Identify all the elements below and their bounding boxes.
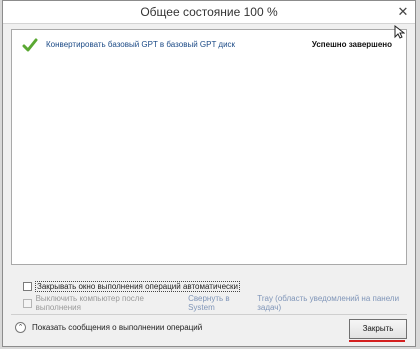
shutdown-label: Выключить компьютер после выполнения bbox=[35, 294, 144, 312]
auto-close-option[interactable]: Закрывать окно выполнения операций автом… bbox=[23, 279, 240, 293]
tray-link[interactable]: Tray (область уведомлений на панели зада… bbox=[257, 294, 415, 312]
operation-row: Конвертировать базовый GPT в базовый GPT… bbox=[20, 37, 400, 55]
close-icon[interactable]: ✕ bbox=[395, 4, 411, 20]
auto-close-label[interactable]: Закрывать окно выполнения операций автом… bbox=[35, 280, 240, 292]
footer-divider bbox=[11, 314, 407, 315]
shutdown-option: Выключить компьютер после выполнения Све… bbox=[23, 294, 415, 312]
mouse-cursor-icon bbox=[394, 25, 405, 39]
show-messages-toggle[interactable]: ⌃ Показать сообщения о выполнении операц… bbox=[15, 322, 202, 333]
operation-status: Успешно завершено bbox=[311, 40, 392, 49]
close-button[interactable]: Закрыть bbox=[349, 319, 407, 339]
operations-list: Конвертировать базовый GPT в базовый GPT… bbox=[11, 29, 407, 265]
progress-window: Общее состояние 100 % ✕ Конвертировать б… bbox=[2, 0, 416, 347]
checkmark-icon bbox=[22, 38, 38, 52]
operation-description: Конвертировать базовый GPT в базовый GPT… bbox=[46, 40, 236, 49]
auto-close-checkbox[interactable] bbox=[23, 281, 32, 291]
title-bar: Общее состояние 100 % ✕ bbox=[3, 1, 415, 24]
highlight-underline bbox=[349, 340, 405, 342]
window-title: Общее состояние 100 % bbox=[140, 5, 278, 19]
minimize-to-tray-link[interactable]: Свернуть в System bbox=[188, 294, 254, 312]
shutdown-checkbox bbox=[23, 298, 32, 308]
show-messages-label[interactable]: Показать сообщения о выполнении операций bbox=[32, 323, 202, 332]
chevron-up-circle-icon[interactable]: ⌃ bbox=[15, 322, 26, 333]
